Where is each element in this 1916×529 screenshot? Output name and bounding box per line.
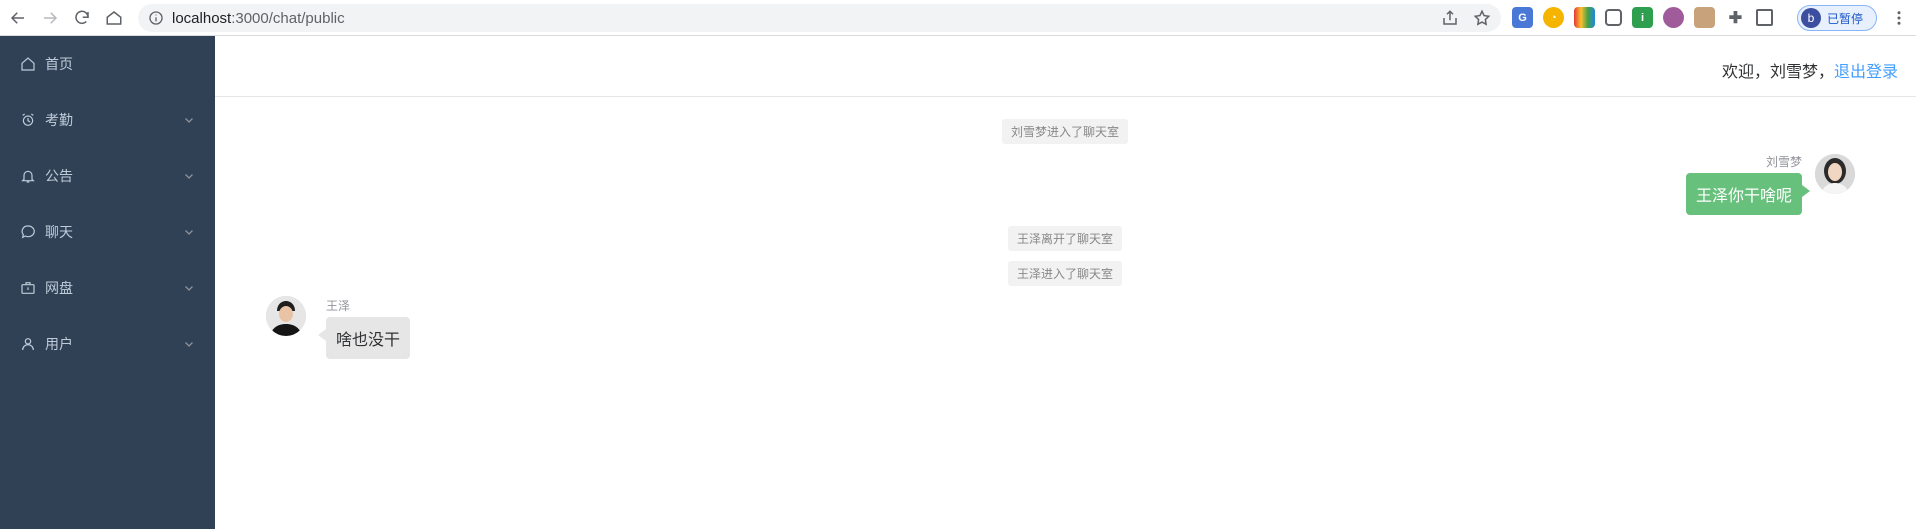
- sidebar: 首页 考勤 公告 聊天 网盘 用户: [0, 36, 215, 529]
- menu-kebab-icon[interactable]: [1890, 8, 1908, 28]
- page-header: 欢迎，刘雪梦， 退出登录: [215, 36, 1916, 97]
- color-extension-icon[interactable]: [1574, 7, 1595, 28]
- sidebar-item-attendance[interactable]: 考勤: [0, 92, 215, 148]
- avatar-extension-icon[interactable]: [1694, 7, 1715, 28]
- chevron-down-icon: [185, 286, 193, 291]
- profile-status-label: 已暂停: [1827, 11, 1864, 26]
- url-text: localhost:3000/chat/public: [172, 9, 345, 27]
- bell-icon: [21, 170, 35, 183]
- copy-extension-icon[interactable]: [1605, 9, 1622, 26]
- system-notice: 王泽离开了聊天室: [1007, 226, 1123, 251]
- profile-avatar: b: [1801, 8, 1821, 28]
- chevron-down-icon: [185, 174, 193, 179]
- avatar: [1815, 154, 1855, 194]
- extensions-bar: G ◔ i ✚: [1512, 7, 1773, 28]
- home-icon: [21, 57, 35, 71]
- site-info-icon[interactable]: [148, 10, 164, 26]
- profile-button[interactable]: b 已暂停: [1797, 5, 1877, 31]
- sidebar-item-label: 聊天: [45, 225, 73, 241]
- briefcase-icon: [21, 282, 35, 294]
- female-avatar-icon: [1815, 154, 1855, 194]
- chevron-down-icon: [185, 118, 193, 123]
- sender-name: 刘雪梦: [1765, 155, 1802, 169]
- alarm-clock-icon: [22, 113, 34, 126]
- bookmark-star-icon[interactable]: [1473, 9, 1491, 27]
- share-icon[interactable]: [1441, 9, 1459, 27]
- sender-name: 王泽: [326, 299, 351, 313]
- sidebar-item-netdisk[interactable]: 网盘: [0, 260, 215, 316]
- arrow-right-icon: [44, 12, 58, 24]
- sidebar-item-user[interactable]: 用户: [0, 316, 215, 372]
- chevron-down-icon: [185, 342, 193, 347]
- circle-extension-icon[interactable]: [1663, 7, 1684, 28]
- sidebar-item-chat[interactable]: 聊天: [0, 204, 215, 260]
- welcome-text: 欢迎，刘雪梦，: [1721, 62, 1834, 81]
- address-bar[interactable]: localhost:3000/chat/public: [138, 4, 1501, 32]
- info-extension-icon[interactable]: i: [1632, 7, 1653, 28]
- sidebar-item-label: 首页: [45, 57, 73, 73]
- puzzle-icon[interactable]: ✚: [1725, 7, 1746, 28]
- forward-button[interactable]: [34, 2, 66, 34]
- browser-toolbar: localhost:3000/chat/public G ◔ i ✚ b 已暂停: [0, 0, 1916, 36]
- house-icon: [106, 11, 122, 25]
- sidebar-item-label: 考勤: [45, 113, 73, 129]
- user-icon: [22, 338, 34, 351]
- home-button[interactable]: [98, 2, 130, 34]
- reload-icon: [75, 10, 89, 25]
- arrow-left-icon: [10, 12, 24, 24]
- system-notice: 刘雪梦进入了聊天室: [1001, 119, 1129, 144]
- chat-room: 刘雪梦进入了聊天室 刘雪梦 王泽你干啥呢 王泽离开了聊天室 王泽进入了聊天室 王…: [215, 97, 1916, 529]
- chevron-down-icon: [185, 230, 193, 235]
- message-bubble: 啥也没干: [317, 317, 411, 359]
- reload-button[interactable]: [66, 2, 98, 34]
- system-notice: 王泽进入了聊天室: [1007, 261, 1123, 286]
- back-button[interactable]: [2, 2, 34, 34]
- translate-extension-icon[interactable]: G: [1512, 7, 1533, 28]
- message-bubble: 王泽你干啥呢: [1685, 173, 1811, 215]
- side-panel-icon[interactable]: [1756, 9, 1773, 26]
- male-avatar-icon: [266, 296, 306, 336]
- speed-extension-icon[interactable]: ◔: [1543, 7, 1564, 28]
- sidebar-item-announcement[interactable]: 公告: [0, 148, 215, 204]
- logout-link[interactable]: 退出登录: [1834, 58, 1898, 82]
- sidebar-item-label: 网盘: [45, 281, 73, 297]
- chat-bubble-icon: [21, 225, 35, 239]
- sidebar-item-label: 用户: [45, 337, 73, 353]
- sidebar-item-label: 公告: [45, 169, 73, 185]
- sidebar-item-home[interactable]: 首页: [0, 36, 215, 92]
- avatar: [266, 296, 306, 336]
